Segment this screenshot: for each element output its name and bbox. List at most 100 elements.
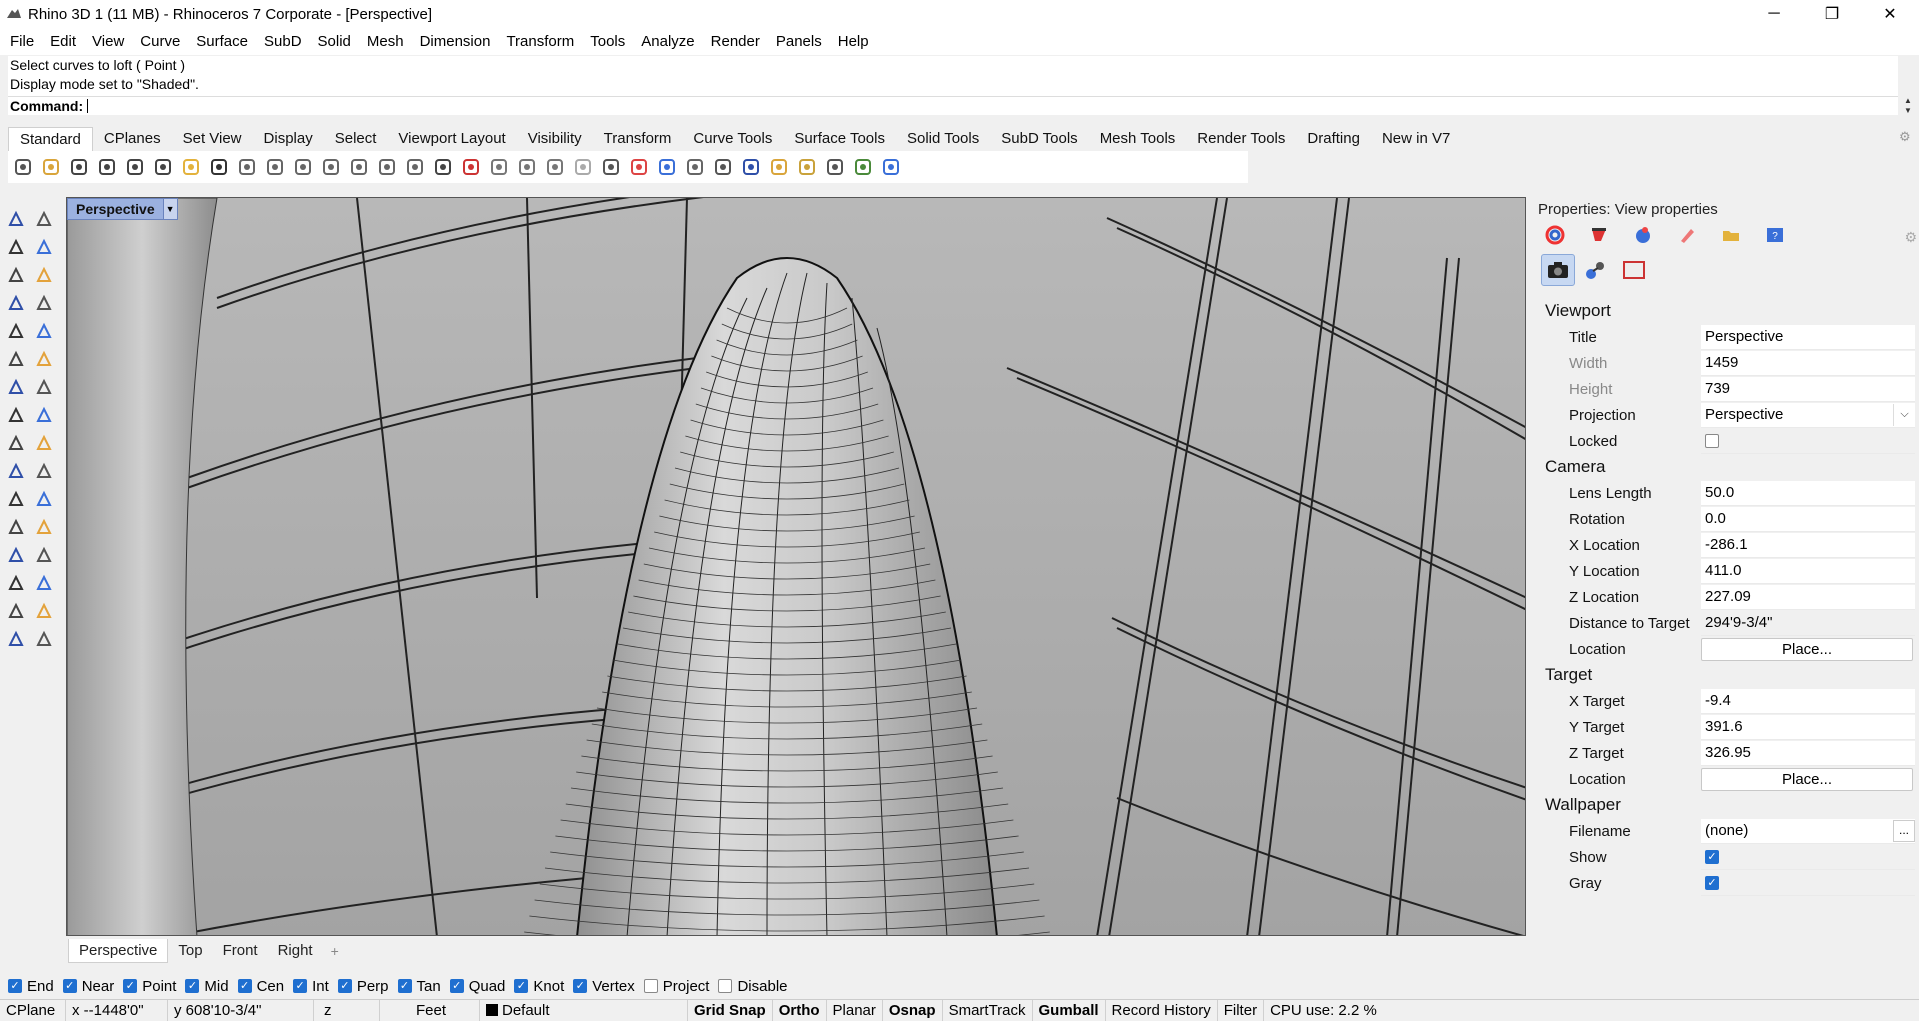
add-view-tab-icon[interactable]: + — [323, 943, 347, 959]
light-icon[interactable] — [572, 156, 594, 178]
tab-drafting[interactable]: Drafting — [1296, 127, 1371, 151]
ortho-toggle[interactable]: Ortho — [773, 999, 827, 1021]
command-scrollbar[interactable]: ▲ ▼ — [1901, 96, 1915, 118]
render-icon[interactable] — [4, 627, 28, 651]
rotate-icon[interactable] — [404, 156, 426, 178]
save-icon[interactable] — [68, 156, 90, 178]
x-target-field[interactable]: -9.4 — [1701, 688, 1915, 714]
circle-icon[interactable] — [4, 263, 28, 287]
browse-button[interactable]: ... — [1893, 819, 1915, 842]
sphere-shaded-icon[interactable] — [712, 156, 734, 178]
rotation-field[interactable]: 0.0 — [1701, 506, 1915, 532]
maximize-button[interactable]: ❐ — [1803, 0, 1861, 28]
tab-cplanes[interactable]: CPlanes — [93, 127, 172, 151]
globe-icon[interactable] — [852, 156, 874, 178]
rotate-view-icon[interactable] — [264, 156, 286, 178]
pointer-tool-icon[interactable] — [768, 156, 790, 178]
chevron-down-icon[interactable]: ⌵ — [1893, 403, 1915, 426]
menu-surface[interactable]: Surface — [188, 28, 256, 55]
osnap-checkbox[interactable]: ✓ — [185, 979, 200, 993]
panel-gear-icon[interactable]: ⚙ — [1904, 229, 1917, 246]
cylinder-icon[interactable] — [4, 403, 28, 427]
osnap-checkbox[interactable]: ✓ — [573, 979, 588, 993]
view-tab-top[interactable]: Top — [168, 939, 212, 963]
gear-tools-icon[interactable] — [796, 156, 818, 178]
osnap-toggle[interactable]: Osnap — [883, 999, 943, 1021]
tab-surface-tools[interactable]: Surface Tools — [783, 127, 896, 151]
paste-icon[interactable] — [180, 156, 202, 178]
view-tab-perspective[interactable]: Perspective — [68, 939, 169, 963]
help-icon[interactable] — [880, 156, 902, 178]
tab-render-tools[interactable]: Render Tools — [1186, 127, 1296, 151]
tab-set-view[interactable]: Set View — [172, 127, 253, 151]
menu-dimension[interactable]: Dimension — [412, 28, 499, 55]
menu-tools[interactable]: Tools — [582, 28, 633, 55]
z-location-field[interactable]: 227.09 — [1701, 584, 1915, 610]
object-properties-icon[interactable] — [1579, 254, 1613, 286]
osnap-checkbox[interactable]: ✓ — [337, 979, 352, 993]
block-icon[interactable] — [32, 543, 56, 567]
current-layer[interactable]: Default — [480, 999, 688, 1021]
menu-mesh[interactable]: Mesh — [359, 28, 412, 55]
lens-length-field[interactable]: 50.0 — [1701, 480, 1915, 506]
four-views-icon[interactable] — [432, 156, 454, 178]
minimize-button[interactable]: ─ — [1745, 0, 1803, 28]
show-icon[interactable] — [516, 156, 538, 178]
lock-icon[interactable] — [600, 156, 622, 178]
osnap-knot[interactable]: ✓ Knot — [514, 978, 564, 995]
filter-button[interactable]: Filter — [1218, 999, 1265, 1021]
z-target-field[interactable]: 326.95 — [1701, 740, 1915, 766]
color-wheel-icon[interactable] — [1541, 221, 1569, 249]
osnap-checkbox[interactable]: ✓ — [62, 979, 77, 993]
osnap-perp[interactable]: ✓ Perp — [337, 978, 389, 995]
zoom-extents-icon[interactable] — [348, 156, 370, 178]
target-place-button[interactable]: Place... — [1701, 767, 1913, 791]
grid-icon[interactable] — [4, 571, 28, 595]
osnap-point[interactable]: ✓ Point — [123, 978, 176, 995]
polyline-icon[interactable] — [4, 235, 28, 259]
locked-checkbox[interactable] — [1705, 433, 1719, 448]
point-icon[interactable] — [32, 207, 56, 231]
camera-icon[interactable] — [1541, 254, 1575, 286]
pan-icon[interactable] — [236, 156, 258, 178]
material-icon[interactable] — [1585, 221, 1613, 249]
dimension-icon[interactable] — [32, 515, 56, 539]
osnap-checkbox[interactable]: ✓ — [514, 979, 529, 993]
environment-icon[interactable] — [1629, 221, 1657, 249]
tab-visibility[interactable]: Visibility — [517, 127, 593, 151]
surface-icon[interactable] — [4, 347, 28, 371]
menu-edit[interactable]: Edit — [42, 28, 84, 55]
planar-toggle[interactable]: Planar — [827, 999, 883, 1021]
zoom-icon[interactable] — [292, 156, 314, 178]
material-icon[interactable] — [628, 156, 650, 178]
hide-icon[interactable] — [488, 156, 510, 178]
menu-transform[interactable]: Transform — [498, 28, 582, 55]
zoom-selected-icon[interactable] — [376, 156, 398, 178]
color-icon[interactable] — [656, 156, 678, 178]
select-icon[interactable] — [544, 156, 566, 178]
osnap-end[interactable]: ✓ End — [8, 978, 54, 995]
tab-subd-tools[interactable]: SubD Tools — [990, 127, 1088, 151]
smarttrack-toggle[interactable]: SmartTrack — [943, 999, 1033, 1021]
texture-icon[interactable] — [1673, 221, 1701, 249]
view-tab-front[interactable]: Front — [213, 939, 268, 963]
osnap-checkbox[interactable]: ✓ — [449, 979, 464, 993]
osnap-mid[interactable]: ✓ Mid — [185, 978, 229, 995]
grid-snap-toggle[interactable]: Grid Snap — [688, 999, 773, 1021]
tab-display[interactable]: Display — [253, 127, 324, 151]
tab-new-in-v7[interactable]: New in V7 — [1371, 127, 1461, 151]
x-location-field[interactable]: -286.1 — [1701, 532, 1915, 558]
menu-analyze[interactable]: Analyze — [633, 28, 702, 55]
import-icon[interactable] — [124, 156, 146, 178]
menu-render[interactable]: Render — [703, 28, 768, 55]
command-line[interactable]: Command: — [8, 96, 1898, 115]
sphere-icon[interactable] — [32, 375, 56, 399]
viewport-title-tab[interactable]: Perspective ▼ — [67, 198, 178, 220]
view-tab-right[interactable]: Right — [268, 939, 323, 963]
folder-icon[interactable] — [1717, 221, 1745, 249]
osnap-checkbox[interactable] — [643, 979, 658, 993]
osnap-quad[interactable]: ✓ Quad — [449, 978, 505, 995]
extrude-icon[interactable] — [32, 403, 56, 427]
tab-select[interactable]: Select — [324, 127, 388, 151]
sphere-render-icon[interactable] — [684, 156, 706, 178]
